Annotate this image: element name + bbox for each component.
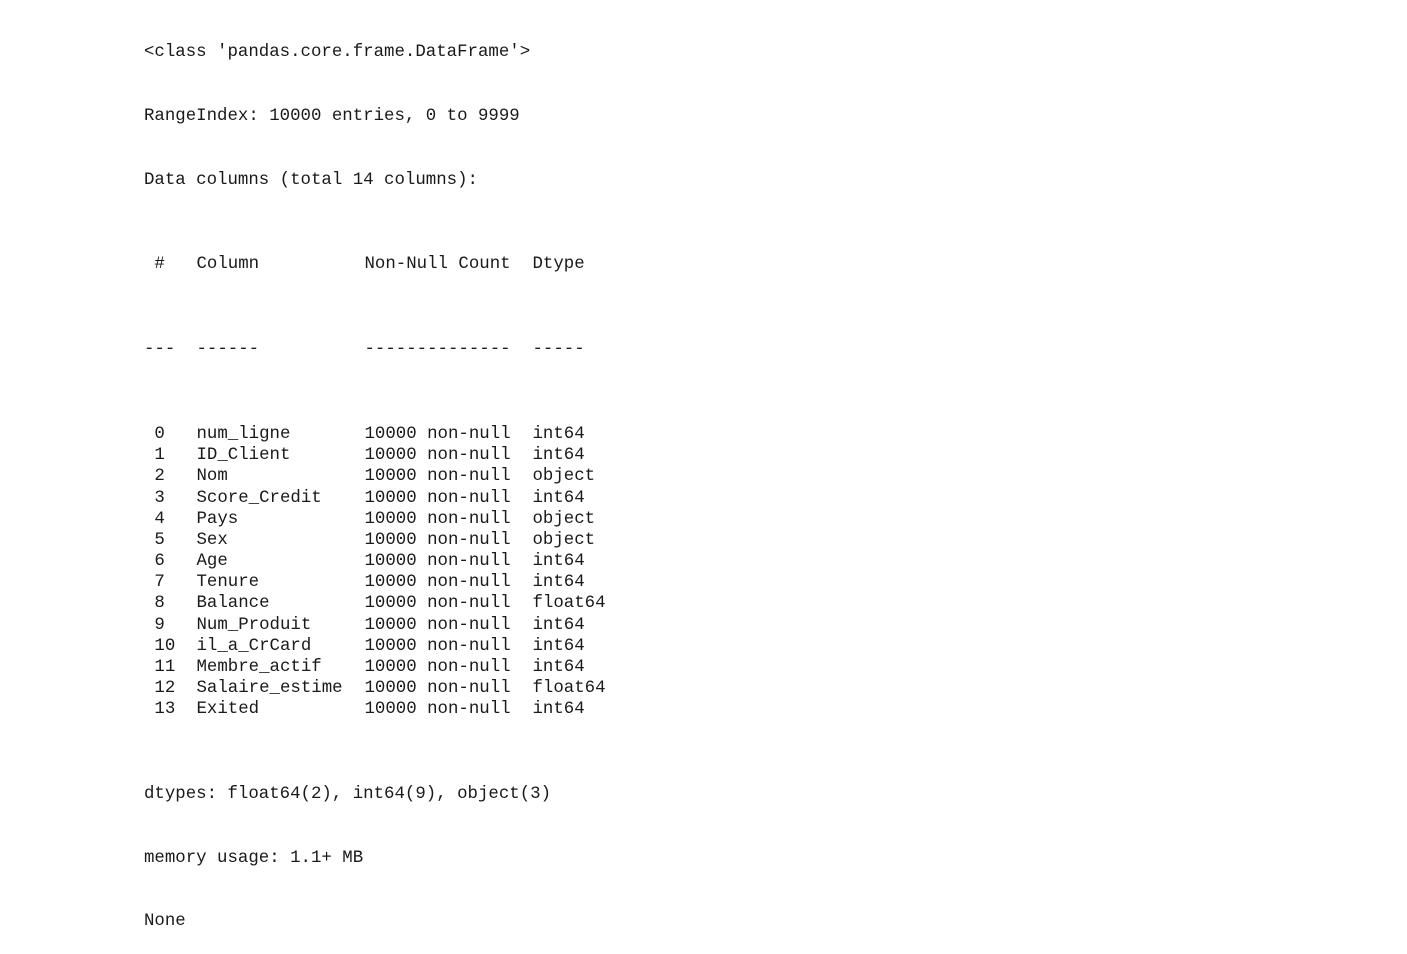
- row-dtype: int64: [532, 700, 585, 720]
- table-row: 5 Sex 10000 non-null object: [144, 530, 606, 551]
- header-non-null-count: Non-Null Count: [364, 255, 511, 275]
- row-column-name: Salaire_estime: [196, 679, 343, 699]
- row-index: 10: [144, 636, 176, 656]
- table-row: 13 Exited 10000 non-null int64: [144, 699, 606, 720]
- separator-column: ------: [196, 340, 260, 360]
- row-column-name: Exited: [196, 700, 260, 720]
- row-index: 0: [144, 424, 165, 444]
- row-non-null-count: 10000 non-null: [364, 700, 511, 720]
- row-index: 11: [144, 658, 176, 678]
- row-dtype: object: [532, 530, 596, 550]
- row-non-null-count: 10000 non-null: [364, 658, 511, 678]
- row-column-name: Age: [196, 552, 228, 572]
- table-row: 12 Salaire_estime 10000 non-null float64: [144, 678, 606, 699]
- row-index: 2: [144, 467, 165, 487]
- row-column-name: Membre_actif: [196, 658, 322, 678]
- separator-index: ---: [144, 340, 176, 360]
- row-column-name: il_a_CrCard: [196, 636, 312, 656]
- header-column: Column: [196, 255, 260, 275]
- row-non-null-count: 10000 non-null: [364, 424, 511, 444]
- table-rows: 0 num_ligne 10000 non-null int64 1 ID_Client…: [144, 424, 606, 721]
- row-non-null-count: 10000 non-null: [364, 594, 511, 614]
- dtypes-line: dtypes: float64(2), int64(9), object(3): [144, 785, 552, 805]
- return-value-line: None: [144, 912, 186, 932]
- row-column-name: Sex: [196, 530, 228, 550]
- row-column-name: Pays: [196, 509, 239, 529]
- header-index: #: [144, 255, 165, 275]
- row-dtype: int64: [532, 573, 585, 593]
- row-non-null-count: 10000 non-null: [364, 679, 511, 699]
- table-header-row: # Column Non-Null Count Dtype: [144, 254, 606, 275]
- row-column-name: Balance: [196, 594, 270, 614]
- dataframe-info-output: <class 'pandas.core.frame.DataFrame'> Ra…: [144, 0, 606, 954]
- row-index: 5: [144, 530, 165, 550]
- row-non-null-count: 10000 non-null: [364, 467, 511, 487]
- separator-non-null-count: --------------: [364, 340, 511, 360]
- data-columns-line: Data columns (total 14 columns):: [144, 170, 478, 190]
- row-dtype: int64: [532, 488, 585, 508]
- row-dtype: int64: [532, 636, 585, 656]
- row-column-name: Score_Credit: [196, 488, 322, 508]
- table-row: 4 Pays 10000 non-null object: [144, 509, 606, 530]
- row-dtype: int64: [532, 615, 585, 635]
- row-non-null-count: 10000 non-null: [364, 615, 511, 635]
- row-dtype: float64: [532, 679, 606, 699]
- separator-dtype: -----: [532, 340, 585, 360]
- table-row: 2 Nom 10000 non-null object: [144, 466, 606, 487]
- row-index: 3: [144, 488, 165, 508]
- row-column-name: Num_Produit: [196, 615, 312, 635]
- row-dtype: int64: [532, 552, 585, 572]
- row-index: 4: [144, 509, 165, 529]
- row-non-null-count: 10000 non-null: [364, 446, 511, 466]
- table-row: 6 Age 10000 non-null int64: [144, 551, 606, 572]
- row-dtype: int64: [532, 424, 585, 444]
- table-row: 7 Tenure 10000 non-null int64: [144, 572, 606, 593]
- header-dtype: Dtype: [532, 255, 585, 275]
- memory-usage-line: memory usage: 1.1+ MB: [144, 848, 364, 868]
- row-non-null-count: 10000 non-null: [364, 573, 511, 593]
- row-index: 1: [144, 446, 165, 466]
- row-non-null-count: 10000 non-null: [364, 488, 511, 508]
- row-dtype: float64: [532, 594, 606, 614]
- row-column-name: Tenure: [196, 573, 260, 593]
- table-row: 8 Balance 10000 non-null float64: [144, 593, 606, 614]
- range-index-line: RangeIndex: 10000 entries, 0 to 9999: [144, 107, 520, 126]
- row-index: 13: [144, 700, 176, 720]
- table-row: 1 ID_Client 10000 non-null int64: [144, 445, 606, 466]
- table-row: 11 Membre_actif 10000 non-null int64: [144, 657, 606, 678]
- row-index: 6: [144, 552, 165, 572]
- table-row: 10 il_a_CrCard 10000 non-null int64: [144, 636, 606, 657]
- row-dtype: object: [532, 467, 596, 487]
- row-non-null-count: 10000 non-null: [364, 530, 511, 550]
- row-index: 9: [144, 615, 165, 635]
- row-index: 12: [144, 679, 176, 699]
- row-dtype: object: [532, 509, 596, 529]
- table-row: 0 num_ligne 10000 non-null int64: [144, 424, 606, 445]
- class-line: <class 'pandas.core.frame.DataFrame'>: [144, 43, 531, 63]
- row-non-null-count: 10000 non-null: [364, 509, 511, 529]
- table-separator-row: --- ------ -------------- -----: [144, 339, 606, 360]
- table-row: 9 Num_Produit 10000 non-null int64: [144, 615, 606, 636]
- row-index: 7: [144, 573, 165, 593]
- row-dtype: int64: [532, 658, 585, 678]
- row-column-name: num_ligne: [196, 424, 291, 444]
- row-column-name: Nom: [196, 467, 228, 487]
- table-row: 3 Score_Credit 10000 non-null int64: [144, 488, 606, 509]
- row-column-name: ID_Client: [196, 446, 291, 466]
- row-non-null-count: 10000 non-null: [364, 552, 511, 572]
- row-dtype: int64: [532, 446, 585, 466]
- row-non-null-count: 10000 non-null: [364, 636, 511, 656]
- row-index: 8: [144, 594, 165, 614]
